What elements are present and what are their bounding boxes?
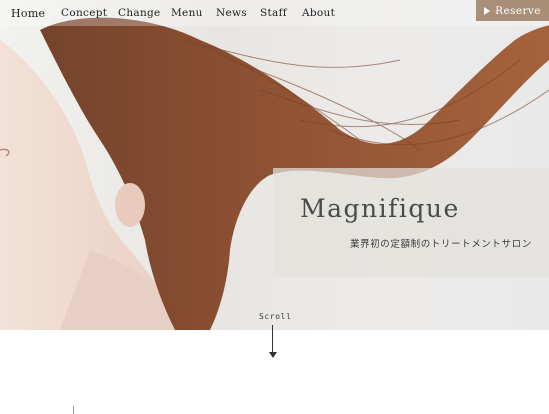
reserve-label: Reserve <box>495 4 541 17</box>
play-triangle-icon <box>484 6 491 15</box>
hero-section <box>0 0 549 330</box>
nav-change[interactable]: Change <box>118 7 161 19</box>
top-navigation: Home Concept Change Menu News Staff Abou… <box>0 0 549 26</box>
nav-about[interactable]: About <box>302 7 335 19</box>
brand-tagline: 業界初の定額制のトリートメントサロン <box>350 239 532 250</box>
nav-home[interactable]: Home <box>11 7 45 20</box>
nav-staff[interactable]: Staff <box>260 7 287 19</box>
hero-photo <box>0 17 549 330</box>
brand-title: Magnifique <box>300 194 460 223</box>
nav-news[interactable]: News <box>216 7 247 19</box>
reserve-button[interactable]: Reserve <box>476 0 549 21</box>
divider-tick <box>73 406 74 414</box>
arrow-down-icon[interactable] <box>269 352 277 358</box>
scroll-label[interactable]: Scroll <box>259 312 292 321</box>
nav-concept[interactable]: Concept <box>61 7 107 19</box>
nav-menu[interactable]: Menu <box>171 7 203 19</box>
scroll-line <box>272 325 273 355</box>
